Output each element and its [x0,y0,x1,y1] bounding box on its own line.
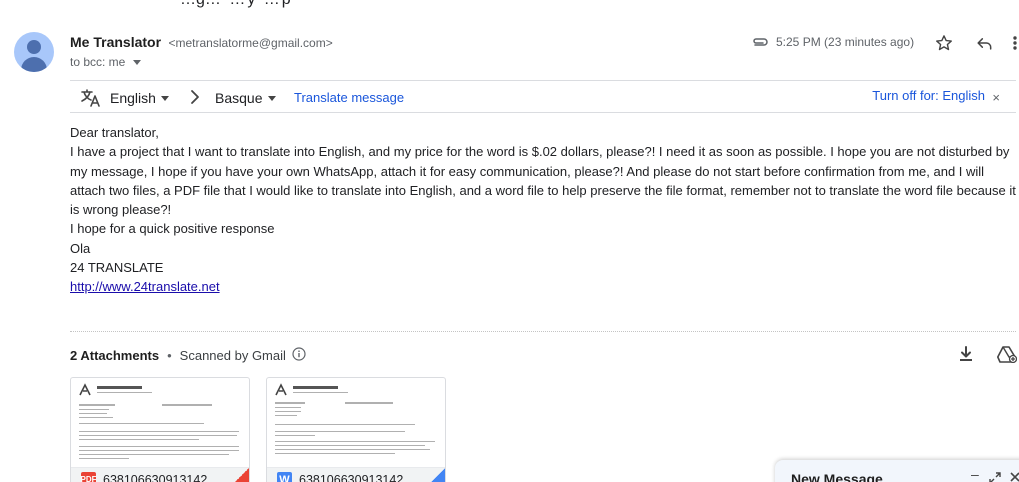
turn-off-translation-link[interactable]: Turn off for: English [872,88,985,103]
translate-icon [80,88,102,113]
document-preview [273,382,441,467]
paperclip-icon [751,35,769,54]
document-logo-icon [79,383,91,396]
translate-bar: English Basque Translate message Turn of… [70,80,1016,113]
reply-icon[interactable] [974,33,994,58]
attachment-footer: W 638106630913142 [267,467,445,482]
source-language-select[interactable]: English [110,90,156,106]
target-language-select[interactable]: Basque [215,90,262,106]
expand-icon[interactable] [989,471,1001,482]
info-icon[interactable] [292,347,306,364]
document-logo-icon [275,383,287,396]
sender-avatar[interactable] [14,32,54,72]
divider [70,331,1016,332]
chevron-down-icon[interactable] [133,60,142,65]
recipients-label: to bcc: me [70,55,126,69]
website-link[interactable]: http://www.24translate.net [70,279,220,294]
sender-line: Me Translator <metranslatorme@gmail.com> [70,34,333,52]
person-icon [27,40,41,54]
message-body: Dear translator, I have a project that I… [70,123,1019,297]
message-meta: 5:25 PM (23 minutes ago) [719,33,1019,53]
body-paragraph: Ola [70,240,91,256]
close-icon[interactable] [1009,470,1019,482]
more-vert-icon[interactable] [1011,33,1019,58]
recipients-line[interactable]: to bcc: me [70,55,142,69]
download-icon[interactable] [957,345,975,368]
sender-name[interactable]: Me Translator [70,34,161,50]
chevron-right-icon [188,88,202,111]
close-icon[interactable]: × [992,91,1000,104]
sender-email: <metranslatorme@gmail.com> [168,36,333,50]
body-paragraph: 24 TRANSLATE [70,260,164,276]
attachment-file-name: 638106630913142 [299,473,404,482]
star-icon[interactable] [934,33,954,58]
compose-title: New Message [791,471,883,482]
add-to-drive-icon[interactable] [997,345,1018,368]
attachment-file-name: 638106630913142 [103,473,208,482]
attachment-card-pdf[interactable]: PDF 638106630913142 [70,377,250,482]
minimize-icon[interactable]: – [971,466,979,482]
attachment-card-word[interactable]: W 638106630913142 [266,377,446,482]
chevron-down-icon[interactable] [268,96,276,101]
scanned-label: Scanned by Gmail [179,348,286,363]
attachments-header: 2 Attachments • Scanned by Gmail [70,347,306,364]
word-file-icon: W [277,472,292,482]
attachment-footer: PDF 638106630913142 [71,467,249,482]
chevron-down-icon[interactable] [161,96,169,101]
pdf-file-icon: PDF [81,472,97,482]
document-preview [77,382,245,467]
previous-email-subject-fragment: …g… …y …p [180,0,293,9]
translate-message-link[interactable]: Translate message [294,90,404,105]
body-paragraph: I hope for a quick positive response [70,221,275,237]
separator: • [167,348,172,363]
new-message-compose[interactable]: New Message – [775,460,1019,482]
body-paragraph: I have a project that I want to translat… [70,144,1016,218]
file-type-corner [425,467,445,482]
message-time: 5:25 PM (23 minutes ago) [776,35,915,49]
body-paragraph: Dear translator, [70,125,159,140]
attachments-title: 2 Attachments [70,348,160,363]
file-type-corner [229,467,249,482]
